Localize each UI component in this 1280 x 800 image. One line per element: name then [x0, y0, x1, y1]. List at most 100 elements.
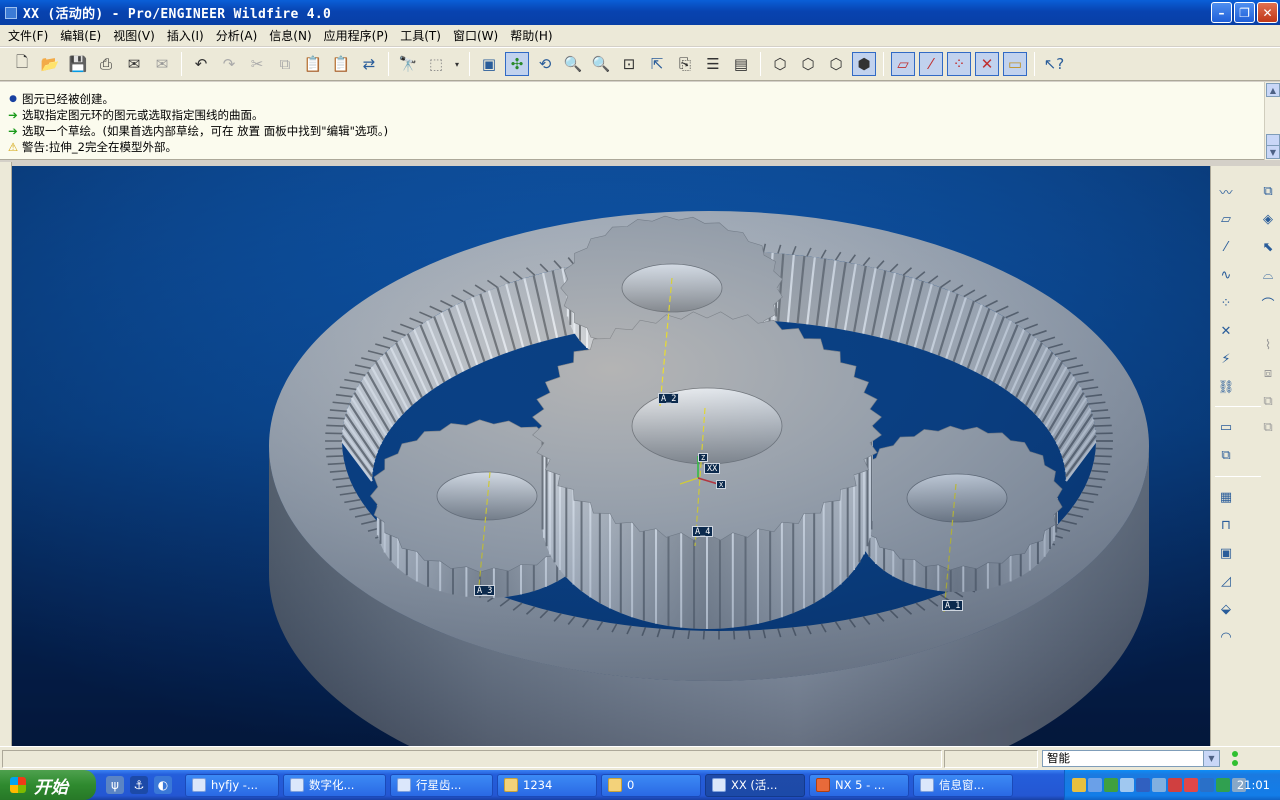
context-help-icon[interactable]: ↖? — [1042, 52, 1066, 76]
datum-plane-icon[interactable]: ⧉ — [1257, 180, 1279, 202]
taskbar-task[interactable]: 1234 — [497, 773, 597, 797]
shading-icon[interactable]: ⬢ — [852, 52, 876, 76]
tray-icon[interactable] — [1200, 778, 1214, 792]
extrude-icon[interactable]: ✕ — [1215, 320, 1237, 342]
chevron-down-icon[interactable]: ▾ — [452, 52, 462, 76]
hidden-line-icon[interactable]: ⬡ — [796, 52, 820, 76]
wireframe-icon[interactable]: ⬡ — [768, 52, 792, 76]
gear-assembly-model[interactable] — [12, 166, 1210, 746]
round-icon[interactable]: ⛓ — [1215, 376, 1237, 398]
menu-applications[interactable]: 应用程序(P) — [318, 27, 395, 44]
reorient-icon[interactable]: ⇱ — [645, 52, 669, 76]
copy-icon[interactable]: ⧉ — [273, 52, 297, 76]
pattern-icon[interactable]: ◠ — [1215, 626, 1237, 648]
group-icon[interactable]: ⌒ — [1257, 292, 1279, 314]
app-icon[interactable] — [5, 6, 17, 19]
taskbar-task[interactable]: 数字化... — [283, 773, 386, 797]
quicklaunch-icon[interactable]: ψ — [106, 776, 124, 794]
datum-point-display-icon[interactable]: ⁘ — [947, 52, 971, 76]
rib-icon[interactable]: ⧈ — [1257, 362, 1279, 384]
analysis-feature-icon[interactable]: ⌓ — [1257, 264, 1279, 286]
quicklaunch-icon[interactable]: ◐ — [154, 776, 172, 794]
select-box-icon[interactable]: ⬚ — [424, 52, 448, 76]
shell-icon[interactable]: ⌇ — [1257, 334, 1279, 356]
regenerate-icon[interactable]: ⇄ — [357, 52, 381, 76]
blend-icon[interactable]: ⧉ — [1215, 444, 1237, 466]
merge-icon[interactable]: ⊓ — [1215, 514, 1237, 536]
scroll-up-icon[interactable]: ▲ — [1266, 83, 1280, 97]
paste-special-icon[interactable]: 📋 — [329, 52, 353, 76]
taskbar-task[interactable]: NX 5 - ... — [809, 773, 909, 797]
tray-icon[interactable] — [1072, 778, 1086, 792]
spin-center-icon[interactable]: ✣ — [505, 52, 529, 76]
trim-icon[interactable]: ▣ — [1215, 542, 1237, 564]
cut-icon[interactable]: ✂ — [245, 52, 269, 76]
graphics-viewport[interactable]: A_2 A_4 A_3 A_1 XX Z X — [12, 166, 1210, 746]
tray-icon[interactable] — [1104, 778, 1118, 792]
refit-icon[interactable]: ⊡ — [617, 52, 641, 76]
maximize-button[interactable]: ❐ — [1234, 2, 1255, 23]
start-button[interactable]: 开始 — [0, 770, 96, 800]
taskbar-task[interactable]: hyfjy -... — [185, 773, 279, 797]
menu-insert[interactable]: 插入(I) — [161, 27, 210, 44]
datum-axis-icon[interactable]: ▱ — [1215, 208, 1237, 230]
offset-icon[interactable]: ⬙ — [1215, 598, 1237, 620]
boundary-blend-icon[interactable]: ▦ — [1215, 486, 1237, 508]
coord-system-icon[interactable]: ∿ — [1215, 264, 1237, 286]
minimize-button[interactable]: – — [1211, 2, 1232, 23]
chevron-down-icon[interactable]: ▼ — [1203, 751, 1219, 766]
message-scrollbar[interactable]: ▲ ▼ — [1264, 82, 1280, 160]
redo-icon[interactable]: ↷ — [217, 52, 241, 76]
send-mail-icon[interactable]: ✉ — [122, 52, 146, 76]
tray-icon[interactable] — [1168, 778, 1182, 792]
chamfer-icon[interactable]: ⧉ — [1257, 390, 1279, 412]
tray-icon[interactable] — [1216, 778, 1230, 792]
orient-mode-icon[interactable]: ⟲ — [533, 52, 557, 76]
sketch-tool-icon[interactable]: 〰 — [1215, 180, 1237, 202]
datum-axis-label[interactable]: A_2 — [658, 393, 680, 404]
view-manager-icon[interactable]: ▤ — [729, 52, 753, 76]
repaint-icon[interactable]: ▣ — [477, 52, 501, 76]
scroll-down-icon[interactable]: ▼ — [1266, 145, 1280, 159]
menu-window[interactable]: 窗口(W) — [447, 27, 504, 44]
taskbar-task-active[interactable]: XX (活... — [705, 773, 805, 797]
datum-axis-label[interactable]: A_4 — [692, 526, 714, 537]
undo-icon[interactable]: ↶ — [189, 52, 213, 76]
csys-label[interactable]: XX — [704, 463, 721, 474]
menu-info[interactable]: 信息(N) — [263, 27, 317, 44]
datum-axis-label[interactable]: A_1 — [942, 600, 964, 611]
menu-analysis[interactable]: 分析(A) — [210, 27, 264, 44]
menu-tools[interactable]: 工具(T) — [394, 27, 447, 44]
close-button[interactable]: ✕ — [1257, 2, 1278, 23]
title-bar[interactable]: XX (活动的) - Pro/ENGINEER Wildfire 4.0 – ❐… — [0, 0, 1280, 25]
menu-file[interactable]: 文件(F) — [2, 27, 54, 44]
menu-view[interactable]: 视图(V) — [107, 27, 161, 44]
menu-edit[interactable]: 编辑(E) — [54, 27, 107, 44]
draft-icon[interactable]: ⚡ — [1215, 348, 1237, 370]
sweep-icon[interactable]: ⧉ — [1257, 416, 1279, 438]
tray-icon[interactable] — [1184, 778, 1198, 792]
tray-icon[interactable] — [1152, 778, 1166, 792]
datum-axis-label[interactable]: A_3 — [474, 585, 496, 596]
datum-offset-point-icon[interactable]: ⬉ — [1257, 236, 1279, 258]
revolve-icon[interactable]: ▭ — [1215, 416, 1237, 438]
open-file-icon[interactable]: 📂 — [38, 52, 62, 76]
layers-icon[interactable]: ☰ — [701, 52, 725, 76]
quicklaunch-icon[interactable]: ⚓ — [130, 776, 148, 794]
taskbar-task[interactable]: 0 — [601, 773, 701, 797]
tray-icon[interactable] — [1136, 778, 1150, 792]
menu-help[interactable]: 帮助(H) — [504, 27, 558, 44]
annotation-display-icon[interactable]: ▭ — [1003, 52, 1027, 76]
zoom-out-icon[interactable]: 🔍 — [589, 52, 613, 76]
zoom-in-icon[interactable]: 🔍 — [561, 52, 585, 76]
selection-filter-select[interactable]: 智能 ▼ — [1042, 750, 1220, 767]
saved-views-icon[interactable]: ⎘ — [673, 52, 697, 76]
find-icon[interactable]: 🔭 — [396, 52, 420, 76]
print-icon[interactable]: ⎙ — [94, 52, 118, 76]
datum-plane-display-icon[interactable]: ▱ — [891, 52, 915, 76]
model-tree-collapsed-handle[interactable] — [0, 162, 12, 746]
paste-icon[interactable]: 📋 — [301, 52, 325, 76]
coord-sys-display-icon[interactable]: ✕ — [975, 52, 999, 76]
save-icon[interactable]: 💾 — [66, 52, 90, 76]
mirror-icon[interactable]: ◿ — [1215, 570, 1237, 592]
